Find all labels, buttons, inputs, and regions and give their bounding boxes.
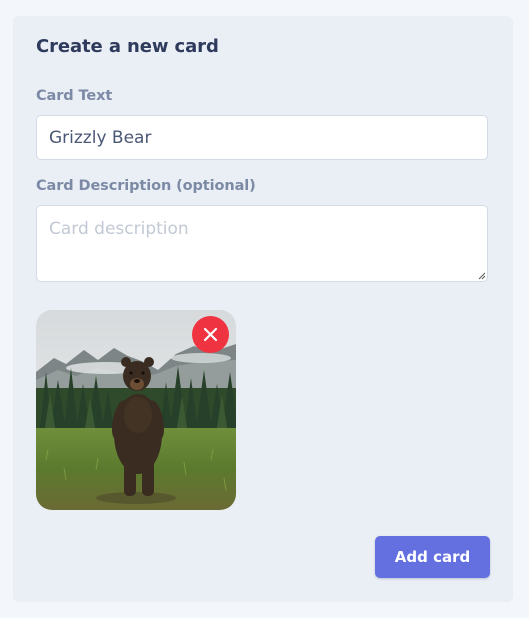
card-text-input[interactable] xyxy=(36,115,488,160)
resize-grip-icon[interactable] xyxy=(478,272,486,280)
create-card-panel: Create a new card Card Text Card Descrip… xyxy=(13,16,513,602)
remove-image-button[interactable] xyxy=(192,316,229,353)
card-text-label: Card Text xyxy=(36,88,113,104)
form-title: Create a new card xyxy=(36,36,219,57)
add-card-button[interactable]: Add card xyxy=(375,536,490,578)
card-description-input[interactable] xyxy=(36,205,488,282)
close-icon xyxy=(203,327,218,342)
card-description-label: Card Description (optional) xyxy=(36,178,256,194)
